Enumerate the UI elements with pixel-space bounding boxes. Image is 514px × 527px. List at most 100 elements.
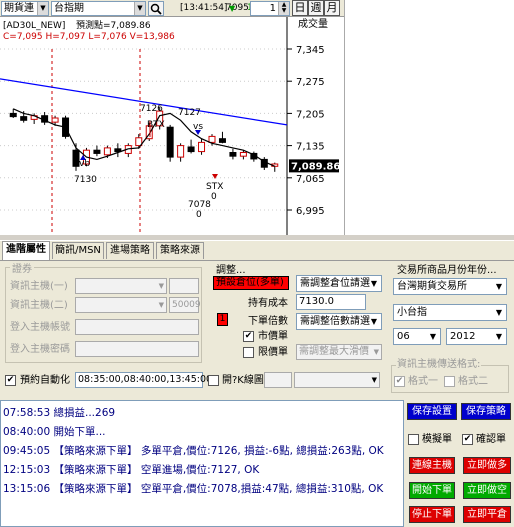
contract-select[interactable]: 小台指 ▼	[393, 304, 507, 321]
product-select-value: 期貨連	[4, 3, 34, 14]
product-select[interactable]: 期貨連 ▼	[1, 1, 49, 16]
format2-label: 格式二	[458, 376, 488, 387]
format1-checkbox[interactable]: ✔	[394, 376, 405, 387]
volume-label: 成交量	[298, 17, 328, 30]
account2-port[interactable]: 50009	[169, 297, 201, 313]
multiplier-select-value: 需調整倍數請選	[300, 316, 370, 327]
chevron-down-icon: ▼	[495, 282, 503, 291]
tab-strategy-source[interactable]: 策略來源	[156, 242, 204, 259]
trade-annotation: 0	[196, 210, 202, 220]
simulate-label: 模擬單	[422, 434, 452, 445]
tab-sms-msn[interactable]: 簡訊/MSN	[52, 242, 104, 259]
exchange-title: 交易所商品月份年份...	[397, 265, 497, 276]
slippage-select-value: 需調整最大滑價	[299, 346, 369, 357]
start-order-button[interactable]: 開始下單	[409, 482, 455, 499]
exchange-select-value: 台灣期貨交易所	[397, 281, 467, 292]
market-order-checkbox[interactable]: ✔	[243, 331, 254, 342]
exchange-select[interactable]: 台灣期貨交易所 ▼	[393, 278, 507, 295]
search-button[interactable]	[148, 1, 164, 16]
sell-now-button[interactable]: 立即做空	[463, 482, 511, 499]
log-line: 13:15:06 【策略來源下單】 空單平倉,價位:7078,損益:47點, 總…	[3, 483, 384, 495]
candle-body	[177, 145, 185, 158]
limit-order-checkbox[interactable]	[243, 347, 254, 358]
account1-label: 資訊主機(一)	[10, 281, 68, 292]
login-label: 登入主機帳號	[10, 322, 70, 333]
trade-annotation: 7130	[74, 175, 97, 185]
candle-body	[166, 126, 174, 158]
log-line: 09:45:05 【策略來源下單】 多單平倉,價位:7126, 損益:-6點, …	[3, 445, 384, 457]
chevron-down-icon: ▼	[371, 376, 377, 384]
auto-schedule-label: 預約自動化	[20, 375, 70, 386]
week-button[interactable]: 週	[308, 0, 324, 16]
trade-annotation: 0	[211, 192, 217, 202]
candle-body	[51, 117, 59, 123]
tab-entry-strategy[interactable]: 進場策略	[106, 242, 154, 259]
magnifier-icon	[150, 3, 162, 15]
chevron-down-icon: ▼	[370, 317, 378, 326]
market-order-label: 市價單	[258, 331, 288, 342]
tab-advanced[interactable]: 進階屬性	[2, 241, 50, 260]
contract-select-value: 小台指	[397, 307, 427, 318]
slippage-select[interactable]: 需調整最大滑價 ▼	[296, 344, 382, 360]
day-button[interactable]: 日	[292, 0, 308, 16]
trade-annotation: 7126	[140, 104, 163, 114]
kline-select[interactable]	[264, 372, 292, 388]
lot-count-box: 1	[217, 313, 228, 326]
order-log[interactable]: 07:58:53 總損益...269 08:40:00 開始下單... 09:4…	[0, 400, 404, 527]
simulate-checkbox[interactable]	[408, 434, 419, 445]
price-tick-label: 7,275	[296, 77, 325, 88]
change-down-arrow: ▼	[229, 4, 236, 13]
cost-field[interactable]: 7130.0	[296, 294, 366, 310]
blank-area	[344, 0, 514, 235]
open-kline-label: 開?K線圖	[222, 375, 264, 386]
month-button[interactable]: 月	[324, 0, 340, 16]
symbol-select[interactable]: 台指期 ▼	[51, 1, 146, 16]
buy-now-button[interactable]: 立即做多	[463, 457, 511, 474]
schedule-times-field[interactable]: 08:35:00,08:40:00,13:45:00	[75, 372, 212, 388]
price-chart[interactable]: 成交量 [AD30L_NEW] 預測點=7,089.86 C=7,095 H=7…	[0, 17, 344, 235]
interval-spinner[interactable]: 1 ▲ ▼	[250, 1, 290, 16]
spinner-arrows-icon: ▲ ▼	[278, 2, 289, 15]
candle-body	[20, 116, 28, 121]
quote-time: [13:41:54]	[180, 3, 228, 13]
chevron-down-icon: ▼	[370, 279, 378, 288]
account2-label: 資訊主機(二)	[10, 300, 68, 311]
forecast-label: 預測點=7,089.86	[76, 19, 151, 31]
chevron-down-icon: ▼	[495, 332, 503, 341]
confirm-checkbox[interactable]: ✔	[462, 434, 473, 445]
chart-canvas: 成交量 [AD30L_NEW] 預測點=7,089.86 C=7,095 H=7…	[0, 17, 344, 235]
trade-annotation: vb	[79, 159, 90, 169]
action-panel: 保存設置 保存策略 模擬單 ✔ 確認單 連線主機 立即做多 開始下單 立即做空 …	[404, 400, 514, 527]
position-select[interactable]: 需調整倉位請選 ▼	[296, 275, 382, 292]
login-field[interactable]	[75, 319, 199, 335]
settings-panel: 進階屬性 簡訊/MSN 進場策略 策略來源 證券 資訊主機(一) ▼ 資訊主機(…	[0, 240, 514, 400]
account1-port[interactable]	[169, 278, 199, 294]
chevron-down-icon: ▼	[429, 332, 437, 341]
trading-app: 期貨連 ▼ 台指期 ▼ [13:41:54] 7095 ▼ 122 1 ▲▼ 日…	[0, 0, 514, 527]
chart-toolbar: 期貨連 ▼ 台指期 ▼ [13:41:54] 7095 ▼ 122 1 ▲▼ 日…	[0, 0, 344, 17]
candle-body	[93, 149, 101, 154]
year-select[interactable]: 2012 ▼	[446, 328, 507, 345]
format1-label: 格式一	[408, 376, 438, 387]
password-field[interactable]	[75, 341, 199, 357]
close-now-button[interactable]: 立即平倉	[463, 506, 511, 523]
kline-option-select[interactable]: ▼	[294, 372, 380, 388]
open-kline-checkbox[interactable]	[208, 375, 219, 386]
price-tick-label: 7,205	[296, 109, 325, 120]
format2-checkbox[interactable]	[444, 376, 455, 387]
stop-order-button[interactable]: 停止下單	[409, 506, 455, 523]
account1-select[interactable]: ▼	[75, 278, 167, 294]
auto-schedule-checkbox[interactable]: ✔	[5, 375, 16, 386]
connect-host-button[interactable]: 連線主機	[409, 457, 455, 474]
account2-select[interactable]: ▼	[75, 297, 167, 313]
password-label: 登入主機密碼	[10, 344, 70, 355]
save-strategy-button[interactable]: 保存策略	[461, 403, 511, 420]
chevron-down-icon: ▼	[495, 308, 503, 317]
year-select-value: 2012	[450, 331, 476, 342]
sell-marker-icon	[195, 130, 201, 135]
save-settings-button[interactable]: 保存設置	[407, 403, 457, 420]
month-select-value: 06	[397, 331, 410, 342]
candle-body	[9, 112, 17, 118]
multiplier-select[interactable]: 需調整倍數請選 ▼	[296, 313, 382, 330]
month-select[interactable]: 06 ▼	[393, 328, 441, 345]
